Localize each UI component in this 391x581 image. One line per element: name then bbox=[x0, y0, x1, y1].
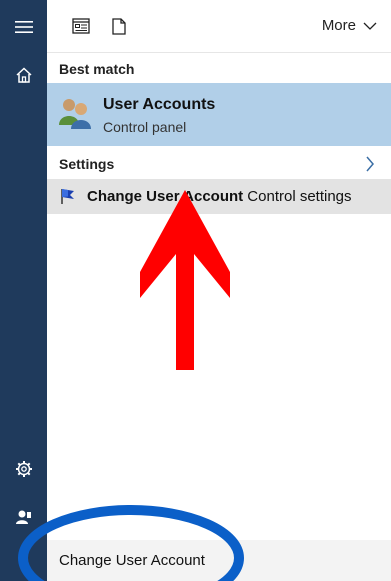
gear-icon[interactable] bbox=[0, 446, 47, 492]
document-filter-icon[interactable] bbox=[107, 14, 131, 38]
search-results-panel: More Best match User Accounts Control pa… bbox=[47, 0, 391, 581]
best-match-subtitle: Control panel bbox=[103, 119, 187, 135]
flag-icon bbox=[59, 187, 77, 205]
more-filters-button[interactable]: More bbox=[322, 17, 377, 34]
settings-section-header[interactable]: Settings bbox=[59, 156, 379, 176]
setting-item-rest-text: Control settings bbox=[243, 188, 352, 205]
settings-heading: Settings bbox=[59, 156, 115, 172]
search-box[interactable]: Change User Account bbox=[47, 540, 391, 581]
chevron-down-icon bbox=[363, 22, 377, 30]
results-toolbar: More bbox=[47, 0, 391, 53]
apps-filter-icon[interactable] bbox=[69, 14, 93, 38]
more-label: More bbox=[321, 17, 356, 34]
best-match-result[interactable]: User Accounts Control panel bbox=[47, 83, 391, 146]
left-rail bbox=[0, 0, 47, 581]
best-match-heading: Best match bbox=[59, 61, 135, 77]
home-icon[interactable] bbox=[0, 52, 47, 98]
user-icon[interactable] bbox=[0, 494, 47, 540]
chevron-right-icon bbox=[366, 156, 374, 172]
change-uac-settings-item[interactable]: Change User Account Control settings bbox=[47, 179, 391, 214]
best-match-title: User Accounts bbox=[103, 96, 216, 113]
search-query-text: Change User Account bbox=[59, 552, 205, 569]
setting-item-bold-text: Change User Account bbox=[87, 188, 244, 205]
user-accounts-icon bbox=[57, 95, 93, 131]
hamburger-menu-icon[interactable] bbox=[0, 4, 47, 50]
